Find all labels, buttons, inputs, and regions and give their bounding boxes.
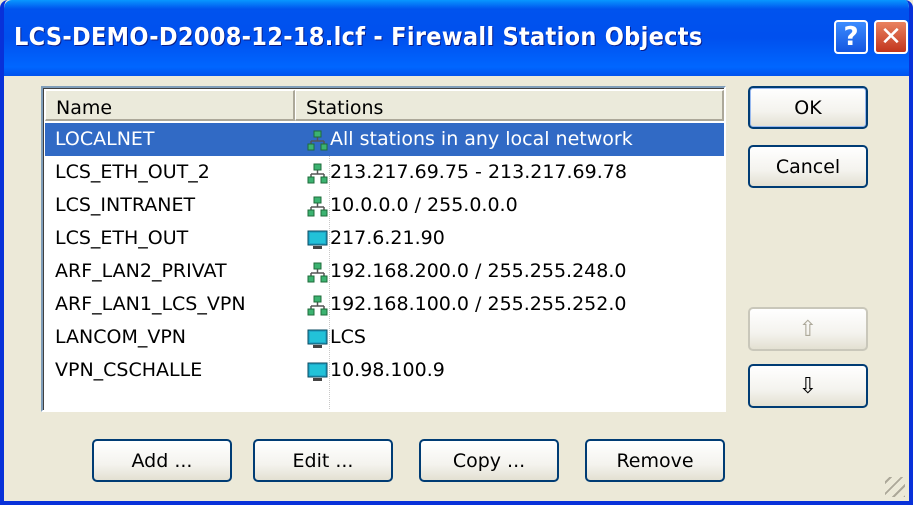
table-row[interactable]: LCS_INTRANET 10.0.0.0 / 255.0.0.0 xyxy=(45,189,724,222)
arrow-up-icon: ⇧ xyxy=(798,316,818,342)
remove-button[interactable]: Remove xyxy=(585,439,725,482)
station-name: ARF_LAN1_LCS_VPN xyxy=(55,293,246,315)
station-text: All stations in any local network xyxy=(330,128,633,150)
add-button-label: Add ... xyxy=(131,449,193,472)
station-name: LCS_INTRANET xyxy=(55,194,196,216)
station-name: LCS_ETH_OUT xyxy=(55,227,189,249)
stations-list[interactable]: Name Stations LOCALNET All stations in an… xyxy=(41,86,726,412)
ok-button[interactable]: OK xyxy=(748,86,868,129)
station-name: LCS_ETH_OUT_2 xyxy=(55,161,210,183)
network-icon xyxy=(307,129,328,151)
table-row[interactable]: ARF_LAN2_PRIVAT 192.168.200.0 / 255.255.2… xyxy=(45,255,724,288)
dialog-window: LCS-DEMO-D2008-12-18.lcf - Firewall Stat… xyxy=(0,0,913,505)
station-value: 10.0.0.0 / 255.0.0.0 xyxy=(307,189,518,222)
table-row[interactable]: LCS_ETH_OUT 217.6.21.90 xyxy=(45,222,724,255)
edit-button[interactable]: Edit ... xyxy=(253,439,393,482)
table-row[interactable]: LCS_ETH_OUT_2 213.217.69.75 - 213.217.69.… xyxy=(45,156,724,189)
network-icon xyxy=(307,195,328,217)
column-header-stations[interactable]: Stations xyxy=(295,90,724,121)
network-icon xyxy=(307,294,328,316)
help-button[interactable]: ? xyxy=(834,20,868,54)
network-icon xyxy=(307,162,328,184)
arrow-down-icon: ⇩ xyxy=(798,373,818,399)
station-value: 192.168.200.0 / 255.255.248.0 xyxy=(307,255,627,288)
network-icon xyxy=(307,261,328,283)
station-name: VPN_CSCHALLE xyxy=(55,359,203,381)
move-up-button[interactable]: ⇧ xyxy=(748,307,868,351)
computer-icon xyxy=(307,360,328,381)
title-bar[interactable]: LCS-DEMO-D2008-12-18.lcf - Firewall Stat… xyxy=(4,0,909,76)
station-name: LANCOM_VPN xyxy=(55,326,187,348)
station-name: LOCALNET xyxy=(55,128,155,150)
copy-button-label: Copy ... xyxy=(452,449,526,472)
edit-button-label: Edit ... xyxy=(292,449,354,472)
table-row[interactable]: LOCALNET All stations in any local networ… xyxy=(45,123,724,156)
computer-icon xyxy=(307,327,328,348)
station-text: LCS xyxy=(330,326,366,348)
close-button[interactable]: ✕ xyxy=(874,20,908,54)
station-text: 217.6.21.90 xyxy=(330,227,445,249)
table-row[interactable]: ARF_LAN1_LCS_VPN 192.168.100.0 / 255.255.… xyxy=(45,288,724,321)
station-text: 10.98.100.9 xyxy=(330,359,445,381)
window-title: LCS-DEMO-D2008-12-18.lcf - Firewall Stat… xyxy=(14,22,703,51)
station-value: 10.98.100.9 xyxy=(307,354,445,387)
table-row[interactable]: LANCOM_VPN LCS xyxy=(45,321,724,354)
close-icon: ✕ xyxy=(880,22,902,52)
move-down-button[interactable]: ⇩ xyxy=(748,364,868,408)
station-text: 192.168.200.0 / 255.255.248.0 xyxy=(330,260,627,282)
resize-grip[interactable] xyxy=(885,477,905,497)
copy-button[interactable]: Copy ... xyxy=(419,439,559,482)
station-value: 217.6.21.90 xyxy=(307,222,445,255)
add-button[interactable]: Add ... xyxy=(92,439,232,482)
station-text: 192.168.100.0 / 255.255.252.0 xyxy=(330,293,627,315)
remove-button-label: Remove xyxy=(616,449,694,472)
station-name: ARF_LAN2_PRIVAT xyxy=(55,260,227,282)
table-row[interactable]: VPN_CSCHALLE 10.98.100.9 xyxy=(45,354,724,387)
help-icon: ? xyxy=(843,22,859,52)
station-value: 192.168.100.0 / 255.255.252.0 xyxy=(307,288,627,321)
station-value: All stations in any local network xyxy=(307,123,633,156)
computer-icon xyxy=(307,228,328,249)
station-text: 213.217.69.75 - 213.217.69.78 xyxy=(330,161,627,183)
station-value: 213.217.69.75 - 213.217.69.78 xyxy=(307,156,627,189)
cancel-button[interactable]: Cancel xyxy=(748,145,868,188)
column-header-name[interactable]: Name xyxy=(45,90,295,121)
station-text: 10.0.0.0 / 255.0.0.0 xyxy=(330,194,518,216)
station-value: LCS xyxy=(307,321,366,354)
